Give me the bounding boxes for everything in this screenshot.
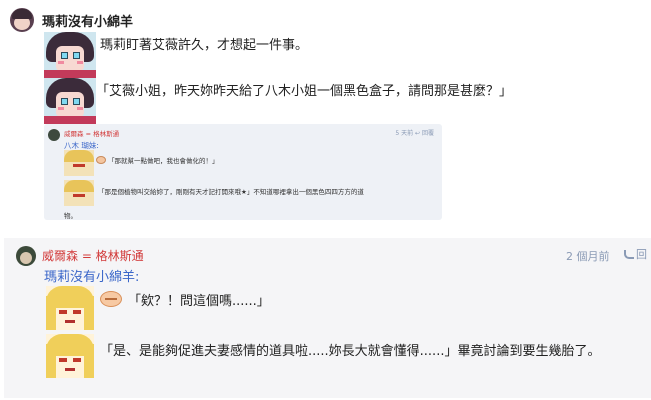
author-name[interactable]: 瑪莉沒有小綿羊 xyxy=(42,11,133,30)
comment-thread: 瑪莉沒有小綿羊 瑪莉盯著艾薇許久，才想起一件事。 「艾薇小姐，昨天妳昨天給了八木… xyxy=(0,0,651,400)
reply-label: 回 xyxy=(636,248,647,261)
comment-post: 威爾森 = 格林斯通 2 個月前 回 瑪莉沒有小綿羊: 「欸？！問這個嗎....… xyxy=(4,238,651,398)
quoted-post-meta: 5 天前 ↩ 回覆 xyxy=(395,130,434,137)
emote-bubble-icon xyxy=(100,291,122,307)
quoted-text: 物。 xyxy=(64,212,77,220)
character-sticker-image xyxy=(46,286,94,330)
timestamp[interactable]: 2 個月前 xyxy=(566,248,610,264)
quoted-text: 「那是個植物叫交給妳了，剛剛有天才記打開來哦★」不知道哪裡拿出一個黑色四四方方的… xyxy=(98,188,364,196)
comment-text: 「艾薇小姐，昨天妳昨天給了八木小姐一個黑色盒子，請問那是甚麼？」 xyxy=(96,84,513,99)
avatar xyxy=(48,129,60,141)
reply-icon xyxy=(624,249,634,259)
character-sticker-image xyxy=(46,334,94,378)
character-sticker-image xyxy=(44,32,96,78)
comment-text: 「欸？！問這個嗎......」 xyxy=(128,294,270,309)
character-sticker-image xyxy=(44,78,96,124)
author-name[interactable]: 威爾森 = 格林斯通 xyxy=(42,247,144,264)
quoted-text: 「那就幫一點做吧，我也會做化的！」 xyxy=(108,157,219,165)
quoted-author-name: 威爾森 = 格林斯通 xyxy=(64,130,120,138)
comment-text: 「是、是能夠促進夫妻感情的道具啦.....妳長大就會懂得......」畢竟討論到… xyxy=(100,344,601,359)
comment-header: 瑪莉沒有小綿羊 xyxy=(10,8,133,32)
avatar[interactable] xyxy=(10,8,34,32)
reply-button[interactable]: 回 xyxy=(624,246,647,262)
emote-bubble-icon xyxy=(96,156,106,164)
comment-post: 瑪莉沒有小綿羊 瑪莉盯著艾薇許久，才想起一件事。 「艾薇小姐，昨天妳昨天給了八木… xyxy=(0,0,651,236)
character-sticker-image xyxy=(64,150,94,176)
quoted-post-image: 威爾森 = 格林斯通 5 天前 ↩ 回覆 八木 瑚妹: 「那就幫一點做吧，我也會… xyxy=(44,124,442,220)
avatar[interactable] xyxy=(16,246,36,266)
mention[interactable]: 瑪莉沒有小綿羊: xyxy=(44,266,139,285)
character-sticker-image xyxy=(64,180,94,206)
comment-text: 瑪莉盯著艾薇許久，才想起一件事。 xyxy=(100,38,309,53)
